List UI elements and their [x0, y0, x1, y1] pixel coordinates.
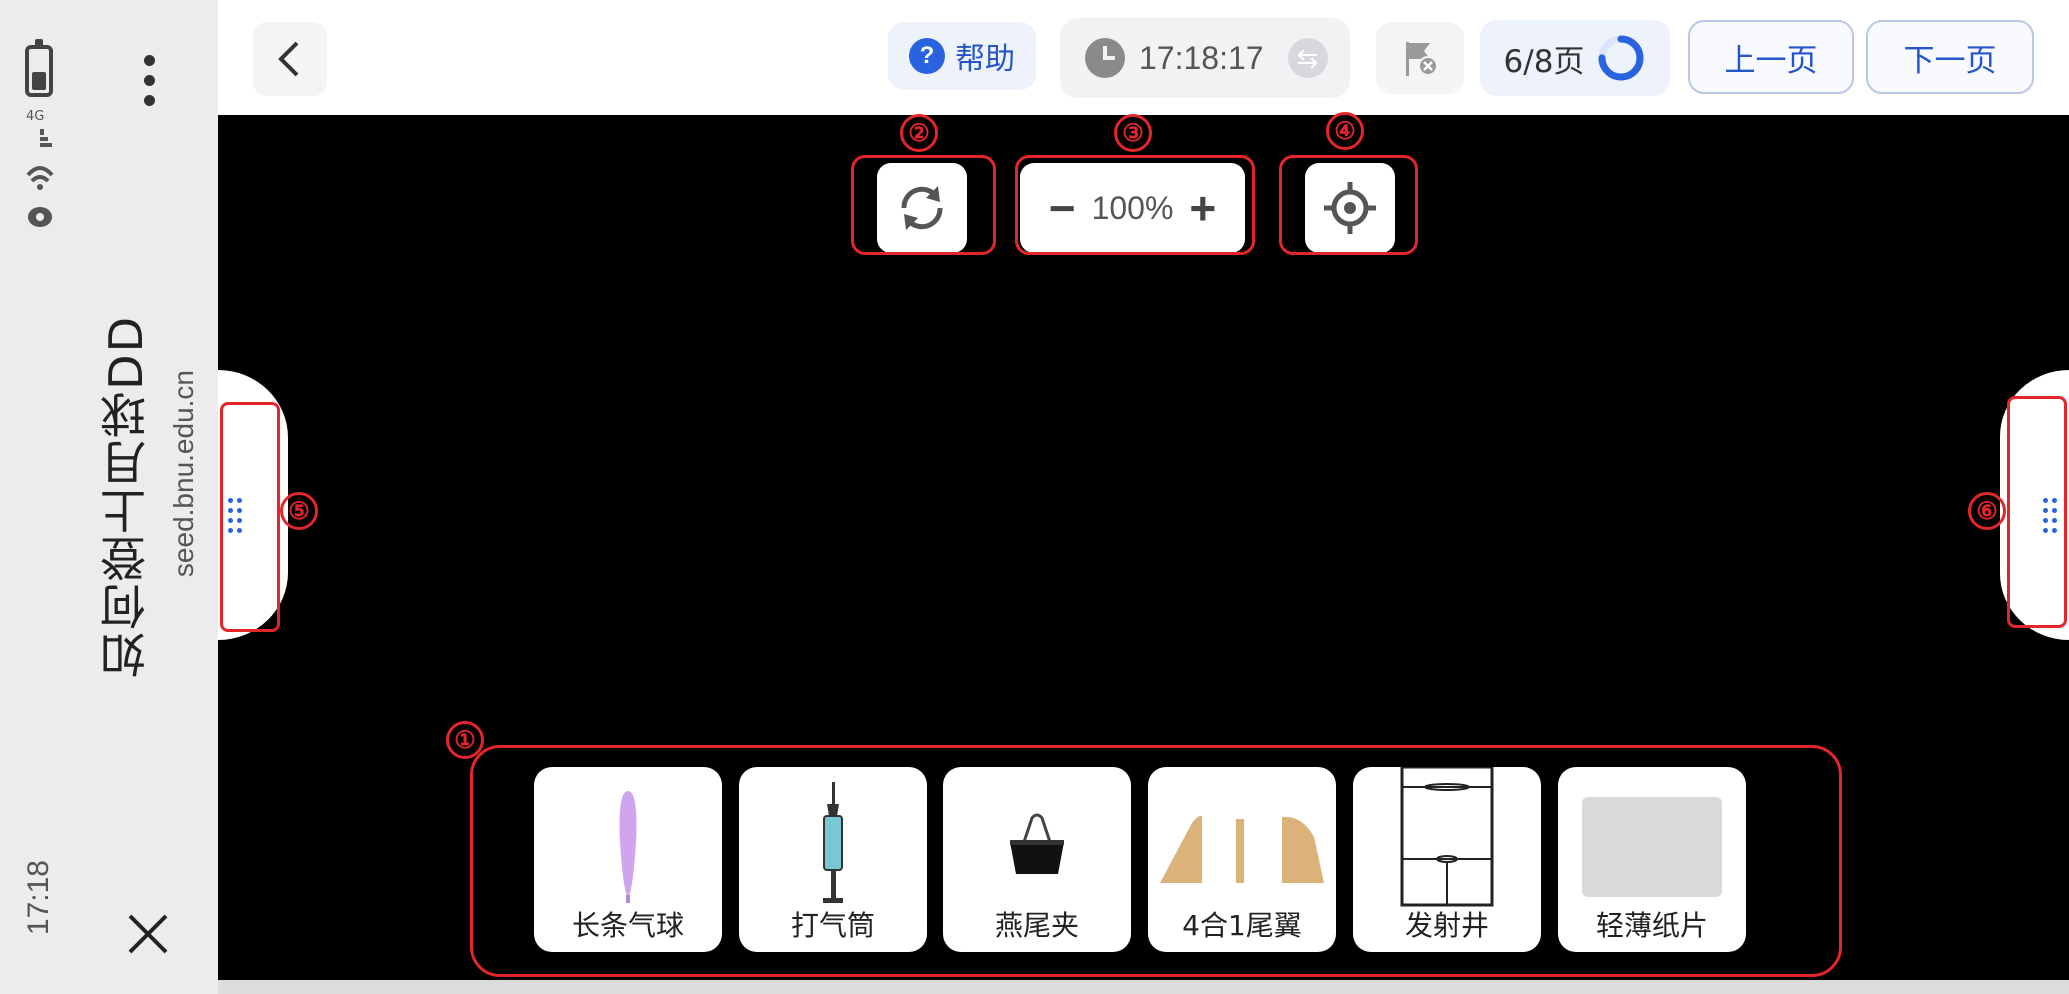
next-page-button[interactable]: 下一页 [1866, 20, 2034, 94]
help-button[interactable]: ? 帮助 [888, 22, 1036, 90]
prev-page-button[interactable]: 上一页 [1688, 20, 1854, 94]
page-indicator-text: 6/8页 [1503, 43, 1585, 80]
close-icon[interactable] [126, 912, 170, 956]
annotation-number: ⑥ [1968, 492, 2006, 530]
annotation-number: ⑤ [280, 492, 318, 530]
back-button[interactable] [253, 22, 327, 96]
timer-value: 17:18:17 [1139, 39, 1264, 76]
help-icon: ? [909, 38, 945, 74]
annotation-number: ② [900, 114, 938, 152]
app-url: seed.bnu.edu.cn [168, 370, 199, 578]
annotation-number: ① [446, 721, 484, 759]
signal-icon: 4G [22, 105, 58, 236]
flag-button[interactable] [1376, 22, 1464, 94]
annotation-box-zoom [1015, 155, 1255, 255]
system-time: 17:18 [22, 860, 55, 936]
clock-icon [1085, 38, 1125, 78]
annotation-box-recenter [1279, 155, 1418, 255]
bottom-strip [218, 980, 2069, 994]
page-indicator: 6/8页 [1480, 20, 1670, 96]
flag-icon [1406, 42, 1438, 76]
app-title: 如何登上月球DD [99, 315, 153, 678]
help-label: 帮助 [955, 42, 1015, 77]
annotation-box-right-handle [2007, 396, 2067, 628]
annotation-box-reset [851, 155, 996, 255]
timer: 17:18:17 ⇆ [1060, 18, 1350, 98]
annotation-box-toolbox [470, 745, 1842, 977]
swap-icon[interactable]: ⇆ [1287, 38, 1328, 78]
app-root: 4G 如何登上月球DD seed.bnu.edu.cn 17:18 ? 帮助 1… [0, 0, 2069, 994]
progress-ring-icon [1598, 35, 1644, 81]
annotation-box-left-handle [220, 402, 280, 632]
chevron-left-icon [278, 41, 299, 77]
more-options-icon[interactable] [140, 55, 158, 115]
system-sidebar: 4G 如何登上月球DD seed.bnu.edu.cn 17:18 [0, 0, 218, 994]
annotation-number: ④ [1326, 112, 1364, 150]
top-toolbar: ? 帮助 17:18:17 ⇆ 6/8页 上一页 下一页 [218, 0, 2069, 115]
annotation-number: ③ [1114, 114, 1152, 152]
battery-icon [25, 39, 53, 97]
